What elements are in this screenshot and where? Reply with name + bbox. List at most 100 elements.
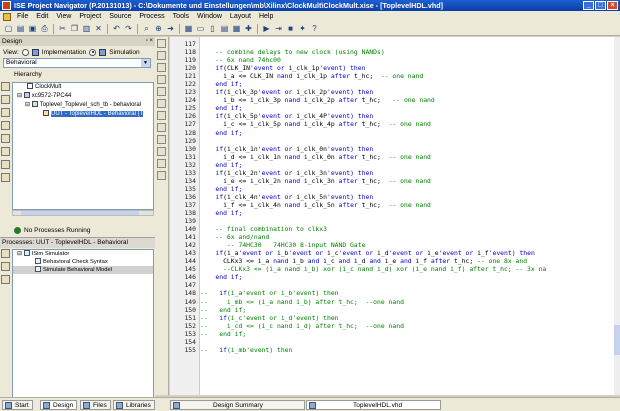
code-line[interactable]: 126 if(i_clk_5p'event or i_clk_4P'event)…: [184, 112, 614, 120]
redo-icon[interactable]: ↷: [123, 23, 134, 34]
layout-icon[interactable]: ▤: [219, 23, 230, 34]
new-icon[interactable]: ▢: [3, 23, 14, 34]
menu-help[interactable]: Help: [255, 11, 277, 22]
tab-libraries[interactable]: Libraries: [113, 400, 155, 410]
split-icon[interactable]: ▦: [183, 23, 194, 34]
tree-item-project[interactable]: ClockMult: [13, 83, 153, 92]
outdent-icon[interactable]: [157, 75, 166, 84]
next-bookmark-icon[interactable]: [157, 99, 166, 108]
tab-design-summary[interactable]: Design Summary: [170, 400, 305, 410]
indent-icon[interactable]: [157, 63, 166, 72]
scroll-thumb[interactable]: [21, 211, 139, 215]
code-line[interactable]: 133 if(i_clk_2n'event or i_clk_3n'event)…: [184, 169, 614, 177]
goto-line-icon[interactable]: [157, 147, 166, 156]
process-item-isim[interactable]: ⊟ ISim Simulator: [13, 250, 153, 258]
new-source-icon[interactable]: [1, 95, 10, 104]
print-icon[interactable]: ⎙: [39, 23, 50, 34]
code-line[interactable]: 137 i_f <= i_clk_4n nand i_clk_5n after …: [184, 201, 614, 209]
open-icon[interactable]: ▤: [15, 23, 26, 34]
code-line[interactable]: 129: [184, 137, 614, 145]
window-icon[interactable]: ▭: [195, 23, 206, 34]
delete-icon[interactable]: ✕: [93, 23, 104, 34]
code-line[interactable]: 144 CLKx3 <= i_a nand i_b and i_c and i_…: [184, 257, 614, 265]
menu-window[interactable]: Window: [193, 11, 226, 22]
find-icon[interactable]: ⌕: [141, 23, 152, 34]
implementation-radio[interactable]: [21, 48, 29, 56]
code-line[interactable]: 151 -- if(i_c'event or i_d'event) then: [184, 314, 614, 322]
code-line[interactable]: 130 if(i_clk_1n'event or i_clk_0n'event)…: [184, 145, 614, 153]
code-line[interactable]: 154: [184, 338, 614, 346]
code-line[interactable]: 150 -- end if;: [184, 306, 614, 314]
menu-project[interactable]: Project: [75, 11, 105, 22]
menu-edit[interactable]: Edit: [32, 11, 52, 22]
tree-item-uut[interactable]: UUT - ToplevelHDL - Behavioral (T: [13, 110, 153, 119]
simulation-mode-select[interactable]: Behavioral ▼: [3, 58, 151, 68]
code-line[interactable]: 142 -- 74HC30 74HC30 8-input NAND Gate: [184, 241, 614, 249]
undo-icon[interactable]: ↶: [111, 23, 122, 34]
menu-tools[interactable]: Tools: [169, 11, 193, 22]
comment-icon[interactable]: [157, 39, 166, 48]
minimize-button[interactable]: _: [583, 1, 594, 10]
process-item-simulate[interactable]: Simulate Behavioral Model: [13, 266, 153, 274]
code-line[interactable]: 139: [184, 217, 614, 225]
maximize-button[interactable]: □: [595, 1, 606, 10]
code-line[interactable]: 132 end if;: [184, 161, 614, 169]
code-line[interactable]: 148 -- if(i_a'event or i_b'event) then: [184, 289, 614, 297]
code-line[interactable]: 135 end if;: [184, 185, 614, 193]
menu-process[interactable]: Process: [135, 11, 168, 22]
copy-source-icon[interactable]: [1, 108, 10, 117]
collapse-toggle-icon[interactable]: ⊟: [17, 93, 22, 99]
code-line[interactable]: 147: [184, 281, 614, 289]
tab-toplevelhdl[interactable]: ToplevelHDL.vhd: [306, 400, 441, 410]
tree-item-testbench[interactable]: ⊟ Toplevel_Toplevel_sch_tb - behavioral: [13, 101, 153, 110]
menu-view[interactable]: View: [52, 11, 75, 22]
panel-close-icon[interactable]: ▫ ×: [146, 38, 153, 45]
new-source-icon[interactable]: ✚: [243, 23, 254, 34]
rerun-icon[interactable]: [1, 275, 10, 284]
menu-layout[interactable]: Layout: [226, 11, 255, 22]
code-line[interactable]: 123 if(i_clk_3p'event or i_clk_2p'event)…: [184, 88, 614, 96]
collapse-toggle-icon[interactable]: ⊟: [17, 251, 22, 257]
tile-icon[interactable]: ▦: [231, 23, 242, 34]
code-line[interactable]: 134 i_e <= i_clk_2n nand i_clk_3n after …: [184, 177, 614, 185]
bookmark-icon[interactable]: [157, 87, 166, 96]
remove-source-icon[interactable]: [1, 121, 10, 130]
panel-icon[interactable]: ▯: [207, 23, 218, 34]
code-line[interactable]: 119 -- 6x nand 74hc00: [184, 56, 614, 64]
code-line[interactable]: 146 end if;: [184, 273, 614, 281]
tree-item-device[interactable]: ⊟ xc9572-7PC44: [13, 92, 153, 101]
code-editor[interactable]: 117 118 -- combine delays to new clock (u…: [170, 37, 620, 395]
code-line[interactable]: 152 -- i_cd <= (i_c nand i_d) after t_hc;…: [184, 322, 614, 330]
collapse-icon[interactable]: [1, 160, 10, 169]
code-line[interactable]: 128 end if;: [184, 129, 614, 137]
paste-icon[interactable]: ▥: [81, 23, 92, 34]
code-line[interactable]: 120 if(CLK_IN'event or i_clk_1p'event) t…: [184, 64, 614, 72]
circle-icon[interactable]: [157, 171, 166, 180]
jump-icon[interactable]: ➜: [165, 23, 176, 34]
code-line[interactable]: 125 end if;: [184, 104, 614, 112]
run-process-icon[interactable]: [1, 249, 10, 258]
prev-bookmark-icon[interactable]: [157, 111, 166, 120]
code-line[interactable]: 149 -- i_mb <= (i_a nand i_b) after t_hc;…: [184, 298, 614, 306]
menu-file[interactable]: File: [13, 11, 32, 22]
code-line[interactable]: 136 if(i_clk_4n'event or i_clk_5n'event)…: [184, 193, 614, 201]
code-line[interactable]: 141 -- 6x and/nand: [184, 233, 614, 241]
code-line[interactable]: 145 --CLKx3 <= (i_a nand i_b) xor (i_c n…: [184, 265, 614, 273]
code-line[interactable]: 138 end if;: [184, 209, 614, 217]
tab-design[interactable]: Design: [40, 400, 78, 410]
code-line[interactable]: 122 end if;: [184, 80, 614, 88]
clear-bookmarks-icon[interactable]: [157, 123, 166, 132]
code-line[interactable]: 127 i_c <= i_clk_5p nand i_clk_4p after …: [184, 120, 614, 128]
process-item-check-syntax[interactable]: Behavioral Check Syntax: [13, 258, 153, 266]
save-icon[interactable]: ▣: [27, 23, 38, 34]
cut-icon[interactable]: ✂: [57, 23, 68, 34]
stop-icon[interactable]: ■: [285, 23, 296, 34]
step-icon[interactable]: ⇥: [273, 23, 284, 34]
code-line[interactable]: 118 -- combine delays to new clock (usin…: [184, 48, 614, 56]
editor-scrollbar[interactable]: [614, 37, 620, 395]
chevron-down-icon[interactable]: ▼: [141, 59, 150, 67]
wand-icon[interactable]: ✦: [297, 23, 308, 34]
uncomment-icon[interactable]: [157, 51, 166, 60]
circle-icon[interactable]: [157, 159, 166, 168]
hierarchy-scrollbar[interactable]: [12, 210, 154, 216]
